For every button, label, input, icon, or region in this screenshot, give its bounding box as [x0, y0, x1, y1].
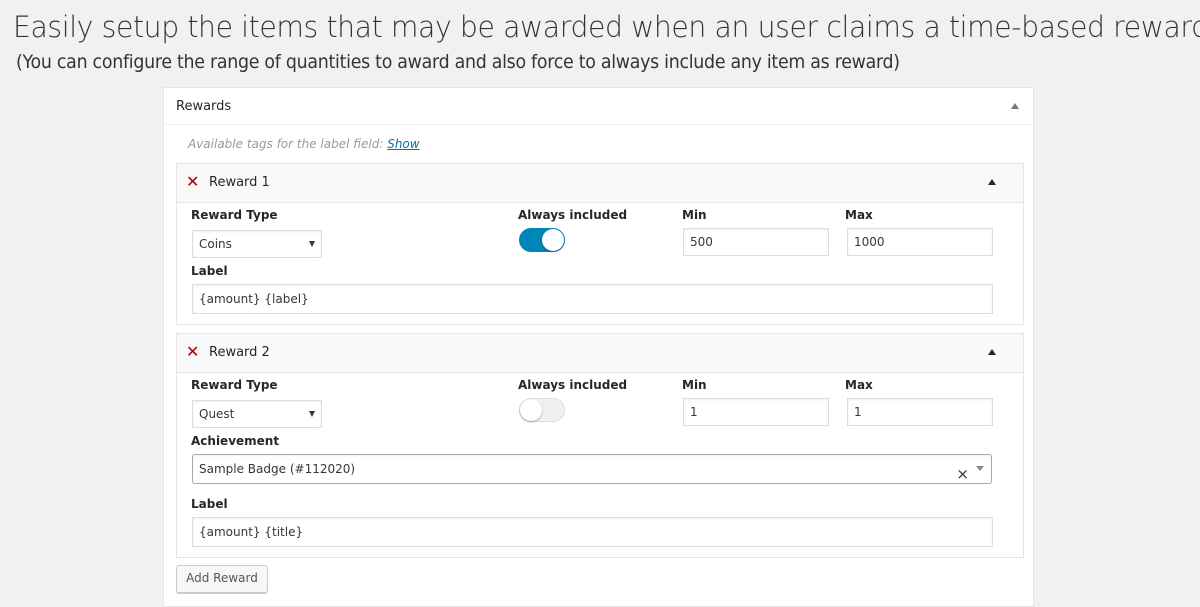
collapse-arrow-icon[interactable] — [988, 349, 996, 355]
reward-type-select[interactable]: Coins — [192, 230, 322, 258]
always-included-toggle[interactable] — [519, 228, 565, 252]
show-tags-link[interactable]: Show — [387, 137, 419, 151]
remove-reward-icon[interactable]: ✕ — [186, 344, 199, 360]
reward-item: ✕ Reward 1 Reward Type Coins Always incl… — [176, 163, 1024, 325]
min-label: Min — [682, 378, 707, 392]
chevron-down-icon — [309, 411, 315, 417]
max-input[interactable]: 1 — [847, 398, 993, 426]
rewards-panel-title: Rewards — [176, 99, 232, 114]
reward-item-title: Reward 2 — [209, 345, 270, 360]
page-headline: Easily setup the items that may be award… — [13, 10, 1200, 44]
max-input[interactable]: 1000 — [847, 228, 993, 256]
chevron-down-icon[interactable] — [976, 466, 984, 471]
clear-icon[interactable]: × — [956, 460, 969, 488]
rewards-panel-header[interactable]: Rewards — [164, 88, 1033, 125]
remove-reward-icon[interactable]: ✕ — [186, 174, 199, 190]
toggle-knob — [542, 229, 564, 251]
reward-type-value: Coins — [199, 237, 232, 251]
max-label: Max — [845, 378, 873, 392]
page-subheadline: (You can configure the range of quantiti… — [16, 51, 900, 73]
label-field-label: Label — [191, 264, 228, 278]
tags-note: Available tags for the label field: Show — [188, 137, 420, 151]
achievement-label: Achievement — [191, 434, 280, 448]
collapse-arrow-icon[interactable] — [988, 179, 996, 185]
achievement-select[interactable]: Sample Badge (#112020) × — [192, 454, 992, 484]
reward-item-header[interactable]: ✕ Reward 1 — [177, 164, 1023, 203]
label-input[interactable]: {amount} {title} — [192, 517, 993, 547]
tags-note-text: Available tags for the label field: — [188, 137, 384, 151]
max-label: Max — [845, 208, 873, 222]
add-reward-button[interactable]: Add Reward — [176, 565, 268, 593]
min-input[interactable]: 1 — [683, 398, 829, 426]
chevron-down-icon — [309, 241, 315, 247]
always-included-label: Always included — [518, 378, 628, 392]
reward-type-select[interactable]: Quest — [192, 400, 322, 428]
reward-item-title: Reward 1 — [209, 175, 270, 190]
label-field-label: Label — [191, 497, 228, 511]
rewards-panel: Rewards Available tags for the label fie… — [163, 87, 1034, 607]
reward-item: ✕ Reward 2 Reward Type Quest Always incl… — [176, 333, 1024, 558]
label-input[interactable]: {amount} {label} — [192, 284, 993, 314]
reward-type-value: Quest — [199, 407, 235, 421]
min-label: Min — [682, 208, 707, 222]
always-included-label: Always included — [518, 208, 628, 222]
achievement-value: Sample Badge (#112020) — [199, 462, 356, 476]
reward-type-label: Reward Type — [191, 378, 278, 392]
reward-type-label: Reward Type — [191, 208, 278, 222]
collapse-arrow-icon[interactable] — [1011, 103, 1019, 109]
always-included-toggle[interactable] — [519, 398, 565, 422]
reward-item-header[interactable]: ✕ Reward 2 — [177, 334, 1023, 373]
toggle-knob — [520, 399, 542, 421]
min-input[interactable]: 500 — [683, 228, 829, 256]
